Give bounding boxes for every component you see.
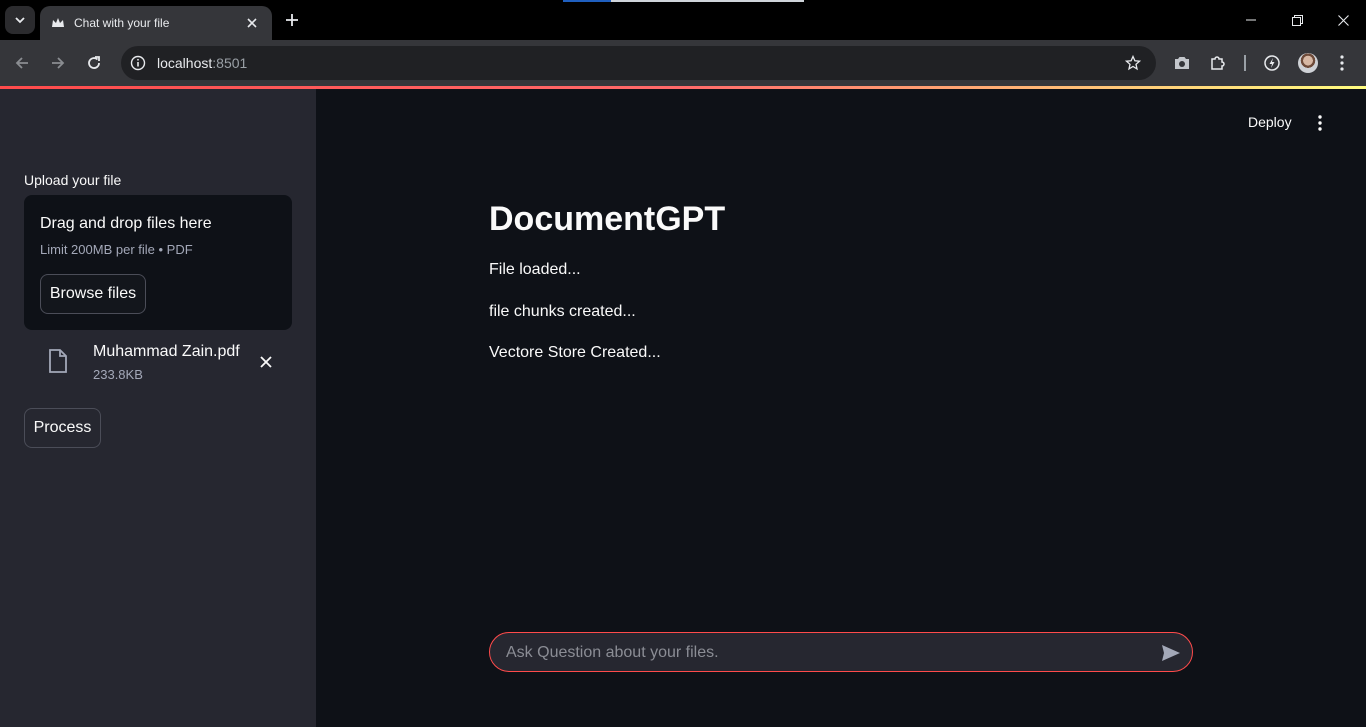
chat-input[interactable] — [506, 642, 1146, 664]
close-icon — [1337, 14, 1349, 26]
browser-toolbar: localhost:8501 — [0, 40, 1366, 86]
url-port: :8501 — [212, 55, 248, 71]
forward-button[interactable] — [44, 49, 72, 77]
streamlit-crown-icon — [50, 15, 66, 31]
tab-title: Chat with your file — [74, 16, 170, 30]
status-message: Vectore Store Created... — [489, 344, 661, 361]
arrow-left-icon — [15, 57, 28, 69]
deploy-button[interactable]: Deploy — [1248, 114, 1292, 130]
dropzone-title: Drag and drop files here — [40, 215, 212, 232]
close-icon — [260, 356, 272, 368]
browser-tab-active[interactable]: Chat with your file — [40, 6, 272, 40]
close-window-button[interactable] — [1320, 0, 1366, 40]
close-icon[interactable] — [244, 15, 260, 31]
file-size: 233.8KB — [93, 367, 143, 382]
new-tab-button[interactable] — [280, 8, 304, 32]
loading-indicator — [563, 0, 804, 2]
bookmark-star-icon[interactable] — [1124, 54, 1142, 72]
reload-button[interactable] — [80, 49, 108, 77]
restore-button[interactable] — [1274, 0, 1320, 40]
minimize-icon — [1246, 19, 1256, 21]
status-message: file chunks created... — [489, 303, 636, 320]
toolbar-divider — [1244, 55, 1246, 71]
process-button[interactable]: Process — [24, 408, 101, 448]
page-title: DocumentGPT — [489, 200, 726, 238]
chevron-down-icon — [15, 17, 25, 24]
tab-search-button[interactable] — [5, 6, 35, 34]
reload-icon — [88, 56, 100, 69]
extensions-puzzle-icon[interactable] — [1207, 52, 1229, 74]
browse-files-button[interactable]: Browse files — [40, 274, 146, 314]
address-bar[interactable]: localhost:8501 — [121, 46, 1156, 80]
site-info-icon[interactable] — [128, 53, 148, 73]
plus-icon — [286, 14, 298, 26]
app-menu-icon[interactable] — [1318, 113, 1322, 133]
performance-icon[interactable] — [1261, 52, 1283, 74]
file-icon — [49, 349, 67, 373]
browser-tab-strip: Chat with your file — [0, 0, 1366, 40]
file-dropzone[interactable]: Drag and drop files here Limit 200MB per… — [24, 195, 292, 330]
main-content: Deploy DocumentGPT File loaded... file c… — [316, 89, 1366, 727]
dropzone-limit: Limit 200MB per file • PDF — [40, 242, 193, 257]
chat-input-container — [489, 632, 1193, 672]
file-name: Muhammad Zain.pdf — [93, 343, 240, 360]
sidebar: Upload your file Drag and drop files her… — [0, 89, 316, 727]
status-message: File loaded... — [489, 261, 581, 278]
remove-file-button[interactable] — [256, 352, 276, 372]
send-button[interactable] — [1160, 642, 1182, 664]
profile-avatar[interactable] — [1298, 53, 1318, 73]
camera-extension-icon[interactable] — [1171, 52, 1193, 74]
browser-menu-icon[interactable] — [1331, 52, 1353, 74]
uploaded-file: Muhammad Zain.pdf 233.8KB — [24, 339, 292, 387]
url-text: localhost:8501 — [157, 55, 247, 71]
url-host: localhost — [157, 55, 213, 71]
restore-icon — [1291, 14, 1303, 26]
upload-label: Upload your file — [24, 172, 122, 188]
arrow-right-icon — [52, 57, 65, 69]
back-button[interactable] — [8, 49, 36, 77]
minimize-button[interactable] — [1228, 0, 1274, 40]
send-icon — [1162, 645, 1180, 661]
